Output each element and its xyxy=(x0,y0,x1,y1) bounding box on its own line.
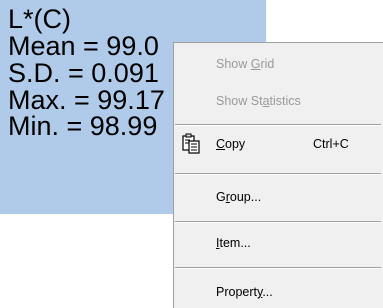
stats-min: Min. = 98.99 xyxy=(8,111,158,141)
stats-mean: Mean = 99.0 xyxy=(8,31,159,61)
group-label: Group... xyxy=(216,190,262,204)
stats-title: L*(C) xyxy=(8,4,72,34)
context-menu: Show Grid Show Statistics Copy Ctrl+C Gr… xyxy=(173,42,383,308)
copy-icon xyxy=(181,133,201,155)
item-label: Item... xyxy=(216,236,251,250)
menu-item-show-grid[interactable]: Show Grid xyxy=(174,53,383,75)
menu-separator xyxy=(175,221,381,223)
stats-max: Max. = 99.17 xyxy=(8,85,165,115)
copy-label: Copy xyxy=(216,137,246,151)
menu-separator xyxy=(175,267,381,269)
menu-item-show-statistics[interactable]: Show Statistics xyxy=(174,90,383,112)
menu-item-property[interactable]: Property... xyxy=(174,281,383,303)
menu-separator xyxy=(175,124,381,126)
show-grid-label: Show Grid xyxy=(216,57,275,71)
property-label: Property... xyxy=(216,285,273,299)
show-statistics-label: Show Statistics xyxy=(216,94,301,108)
menu-item-group[interactable]: Group... xyxy=(174,186,383,208)
stats-sd: S.D. = 0.091 xyxy=(8,58,159,88)
menu-separator xyxy=(175,173,381,175)
menu-item-item[interactable]: Item... xyxy=(174,232,383,254)
copy-shortcut: Ctrl+C xyxy=(313,137,349,151)
menu-item-copy[interactable]: Copy Ctrl+C xyxy=(174,133,383,155)
